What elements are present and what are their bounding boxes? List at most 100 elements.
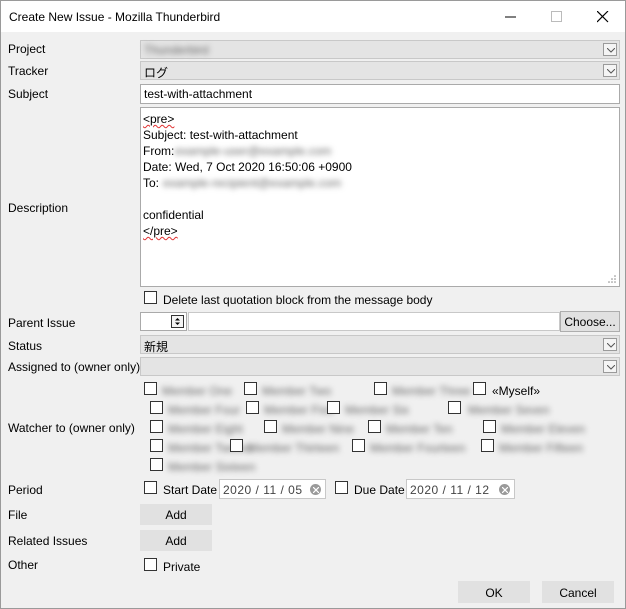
subject-label: Subject: [8, 87, 49, 101]
watcher-myself-checkbox[interactable]: [473, 382, 486, 395]
maximize-button[interactable]: [534, 1, 580, 32]
private-checkbox[interactable]: [144, 558, 157, 571]
chevron-down-icon: [607, 365, 615, 370]
watcher-checkbox[interactable]: [144, 382, 157, 395]
create-issue-window: Create New Issue - Mozilla Thunderbird P…: [0, 0, 626, 609]
clear-due-date-button[interactable]: [499, 484, 510, 495]
start-date-value: 2020 / 11 / 05: [223, 483, 303, 497]
resize-grip-icon[interactable]: [608, 275, 617, 284]
watcher-name: Member Ten: [386, 422, 453, 436]
project-value: Thunderbird: [144, 43, 209, 57]
project-label: Project: [8, 42, 46, 56]
watcher-checkbox[interactable]: [327, 401, 340, 414]
description-to-label: To:: [143, 176, 160, 190]
cancel-button[interactable]: Cancel: [542, 581, 614, 603]
start-date-input[interactable]: 2020 / 11 / 05: [219, 479, 326, 499]
assigned-to-dropdown-arrow[interactable]: [603, 360, 617, 373]
parent-issue-label: Parent Issue: [8, 316, 76, 330]
watcher-checkbox[interactable]: [483, 420, 496, 433]
private-label: Private: [163, 560, 201, 574]
watcher-checkbox[interactable]: [244, 382, 257, 395]
chevron-down-icon: [607, 69, 615, 74]
watcher-checkbox[interactable]: [230, 439, 243, 452]
parent-issue-number-input[interactable]: [140, 312, 187, 331]
close-button[interactable]: [580, 1, 626, 32]
watcher-myself-label: «Myself»: [492, 384, 541, 398]
description-date-line: Date: Wed, 7 Oct 2020 16:50:06 +0900: [143, 160, 352, 174]
watcher-name: Member Four: [168, 403, 241, 417]
watcher-name: Member Sixteen: [168, 460, 256, 474]
parent-issue-spinner[interactable]: [171, 315, 184, 328]
watcher-checkbox[interactable]: [374, 382, 387, 395]
other-label: Other: [8, 558, 39, 572]
watcher-checkbox[interactable]: [448, 401, 461, 414]
tracker-value: ログ: [144, 66, 169, 80]
description-subject-line: Subject: test-with-attachment: [143, 128, 298, 142]
watcher-name: Member Six: [345, 403, 410, 417]
watcher-checkbox[interactable]: [352, 439, 365, 452]
watcher-checkbox[interactable]: [481, 439, 494, 452]
status-select[interactable]: 新規: [140, 335, 620, 354]
description-pre-open: <pre>: [143, 112, 175, 126]
add-file-button[interactable]: Add: [140, 504, 212, 525]
watcher-checkbox[interactable]: [150, 458, 163, 471]
watcher-name: Member Two: [262, 384, 332, 398]
clear-start-date-button[interactable]: [310, 484, 321, 495]
description-to-value: example-recipient@example.com: [163, 176, 342, 190]
choose-button[interactable]: Choose...: [560, 311, 620, 332]
watcher-checkbox[interactable]: [264, 420, 277, 433]
watcher-name: Member Nine: [282, 422, 355, 436]
watcher-name: Member Fifteen: [499, 441, 584, 455]
description-from-label: From:: [143, 144, 175, 158]
description-from-value: example-user@example.com: [175, 144, 332, 158]
project-select[interactable]: Thunderbird: [140, 40, 620, 59]
assigned-to-label: Assigned to (owner only): [8, 360, 141, 374]
related-issues-label: Related Issues: [8, 534, 88, 548]
chevron-down-icon: [607, 48, 615, 53]
project-dropdown-arrow[interactable]: [603, 43, 617, 56]
description-confidential: confidential: [143, 208, 204, 222]
tracker-select[interactable]: ログ: [140, 61, 620, 80]
minimize-icon: [505, 16, 516, 18]
due-date-label: Due Date: [354, 483, 405, 497]
delete-quotation-checkbox[interactable]: [144, 291, 157, 304]
subject-value: test-with-attachment: [144, 87, 253, 101]
status-value: 新規: [144, 340, 169, 354]
watcher-to-label: Watcher to (owner only): [8, 421, 135, 435]
due-date-input[interactable]: 2020 / 11 / 12: [406, 479, 515, 499]
clear-icon: [312, 486, 319, 493]
close-icon: [597, 11, 609, 23]
description-textarea[interactable]: <pre> Subject: test-with-attachment From…: [140, 107, 620, 287]
due-date-value: 2020 / 11 / 12: [410, 483, 490, 497]
watcher-name: Member Three: [392, 384, 471, 398]
watcher-name: Member Eleven: [501, 422, 586, 436]
parent-issue-text-input[interactable]: [188, 312, 560, 331]
file-label: File: [8, 508, 28, 522]
watcher-checkbox[interactable]: [246, 401, 259, 414]
start-date-checkbox[interactable]: [144, 481, 157, 494]
watcher-checkbox[interactable]: [150, 401, 163, 414]
subject-input[interactable]: test-with-attachment: [140, 84, 620, 104]
add-related-issue-button[interactable]: Add: [140, 530, 212, 551]
watcher-checkbox[interactable]: [150, 439, 163, 452]
watcher-name: Member Fourteen: [370, 441, 466, 455]
watcher-name: Member Five: [264, 403, 335, 417]
due-date-checkbox[interactable]: [335, 481, 348, 494]
spinner-arrows-icon: [175, 318, 180, 325]
title-bar: Create New Issue - Mozilla Thunderbird: [1, 1, 625, 32]
assigned-to-select[interactable]: [140, 357, 620, 376]
description-pre-close: </pre>: [143, 224, 178, 238]
tracker-dropdown-arrow[interactable]: [603, 64, 617, 77]
description-label: Description: [8, 201, 69, 215]
window-title: Create New Issue - Mozilla Thunderbird: [9, 10, 221, 24]
maximize-icon: [551, 11, 562, 22]
tracker-label: Tracker: [8, 64, 49, 78]
clear-icon: [501, 486, 508, 493]
chevron-down-icon: [607, 343, 615, 348]
minimize-button[interactable]: [488, 1, 534, 32]
watcher-checkbox[interactable]: [368, 420, 381, 433]
status-dropdown-arrow[interactable]: [603, 338, 617, 351]
watcher-checkbox[interactable]: [150, 420, 163, 433]
ok-button[interactable]: OK: [458, 581, 530, 603]
watcher-name: Member One: [162, 384, 233, 398]
